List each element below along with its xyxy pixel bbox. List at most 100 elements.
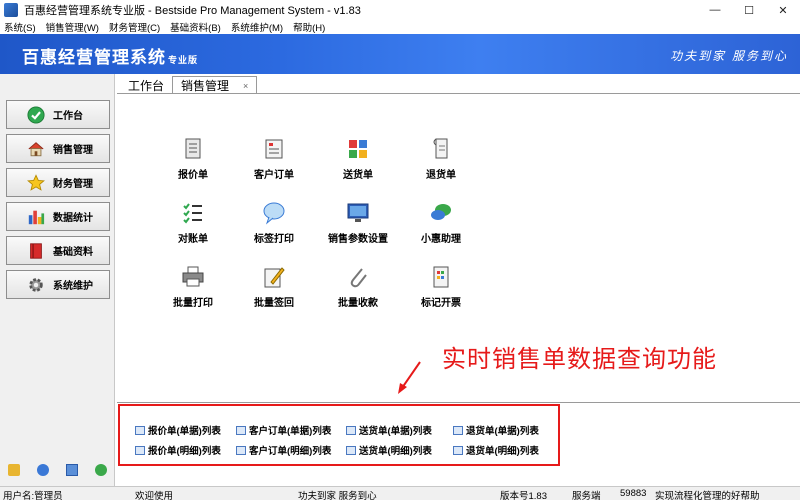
list-icon	[346, 445, 356, 455]
info-icon[interactable]	[37, 464, 50, 476]
bar-chart-icon	[27, 208, 45, 226]
edit-icon[interactable]	[8, 464, 21, 476]
paperclip-icon	[345, 264, 371, 290]
order-icon	[261, 136, 287, 162]
tab-bar: 工作台 销售管理 ×	[120, 76, 258, 94]
check-icon	[27, 105, 45, 124]
sidebar-item-label: 财务管理	[53, 179, 93, 190]
menu-basic-data[interactable]: 基础资料(B)	[170, 20, 221, 34]
func-label: 批量收款	[338, 298, 378, 309]
sidebar-bottom-toolbar	[0, 464, 115, 476]
sidebar: 工作台 销售管理 财务管理 数据统计 基础资料 系统维护	[0, 74, 115, 486]
func-delivery[interactable]: 送货单	[318, 136, 398, 181]
link-quote-detail-list[interactable]: 报价单(明细)列表	[135, 443, 221, 457]
link-label: 客户订单(单据)列表	[249, 426, 332, 437]
document-icon	[180, 136, 206, 162]
func-quote[interactable]: 报价单	[153, 136, 233, 181]
list-icon	[135, 425, 145, 435]
func-assistant[interactable]: 小惠助理	[401, 200, 481, 245]
func-label: 客户订单	[254, 170, 294, 181]
add-icon[interactable]	[94, 464, 107, 476]
tab-sales[interactable]: 销售管理 ×	[172, 76, 258, 94]
maximize-button[interactable]: ☐	[732, 0, 766, 20]
menu-finance[interactable]: 财务管理(C)	[109, 20, 160, 34]
sidebar-item-label: 销售管理	[53, 145, 93, 156]
func-batch-collect[interactable]: 批量收款	[318, 264, 398, 309]
close-button[interactable]: ✕	[766, 0, 800, 20]
banner-slogan: 功夫到家 服务到心	[670, 49, 788, 63]
sidebar-item-statistics[interactable]: 数据统计	[6, 202, 110, 231]
func-label-print[interactable]: 标签打印	[234, 200, 314, 245]
tab-workbench[interactable]: 工作台	[120, 76, 172, 94]
func-statement[interactable]: 对账单	[153, 200, 233, 245]
func-label: 送货单	[343, 170, 373, 181]
content-divider	[117, 402, 800, 403]
link-delivery-list[interactable]: 送货单(单据)列表	[346, 423, 432, 437]
app-logo: 百惠经营管理系统 专业版	[22, 48, 199, 68]
sidebar-item-finance[interactable]: 财务管理	[6, 168, 110, 197]
func-batch-print[interactable]: 批量打印	[153, 264, 233, 309]
list-icon	[135, 445, 145, 455]
sidebar-item-sales[interactable]: 销售管理	[6, 134, 110, 163]
tab-label: 销售管理	[181, 79, 230, 93]
book-icon	[27, 242, 45, 260]
list-icon	[453, 445, 463, 455]
func-label: 标记开票	[421, 298, 461, 309]
sidebar-item-label: 工作台	[53, 111, 83, 122]
printer-icon	[180, 264, 206, 290]
func-label: 对账单	[178, 234, 208, 245]
status-user: 用户名:管理员	[3, 491, 63, 500]
func-label: 退货单	[426, 170, 456, 181]
sidebar-item-workbench[interactable]: 工作台	[6, 100, 110, 129]
link-return-list[interactable]: 退货单(单据)列表	[453, 423, 539, 437]
monitor-icon	[345, 200, 371, 226]
link-order-detail-list[interactable]: 客户订单(明细)列表	[236, 443, 331, 457]
sidebar-item-label: 数据统计	[53, 213, 93, 224]
link-delivery-detail-list[interactable]: 送货单(明细)列表	[346, 443, 432, 457]
link-label: 退货单(单据)列表	[466, 426, 539, 437]
func-sales-settings[interactable]: 销售参数设置	[313, 200, 403, 245]
house-icon	[27, 140, 45, 158]
annotation-arrow-icon	[398, 361, 421, 394]
menu-help[interactable]: 帮助(H)	[293, 20, 325, 34]
window-controls: — ☐ ✕	[698, 0, 800, 20]
sidebar-item-maintenance[interactable]: 系统维护	[6, 270, 110, 299]
status-version: 版本号1.83	[500, 491, 547, 500]
window-icon[interactable]	[65, 464, 78, 476]
sidebar-item-basic-data[interactable]: 基础资料	[6, 236, 110, 265]
menu-sales[interactable]: 销售管理(W)	[46, 20, 99, 34]
link-return-detail-list[interactable]: 退货单(明细)列表	[453, 443, 539, 457]
link-label: 送货单(明细)列表	[359, 446, 432, 457]
func-batch-sign[interactable]: 批量签回	[234, 264, 314, 309]
link-label: 退货单(明细)列表	[466, 446, 539, 457]
logo-suffix: 专业版	[168, 56, 199, 66]
list-icon	[346, 425, 356, 435]
link-label: 客户订单(明细)列表	[249, 446, 332, 457]
link-order-list[interactable]: 客户订单(单据)列表	[236, 423, 331, 437]
func-mark-invoice[interactable]: 标记开票	[401, 264, 481, 309]
status-service-value: 59883	[620, 488, 647, 499]
link-label: 送货单(单据)列表	[359, 426, 432, 437]
status-bar: 用户名:管理员 欢迎使用 功夫到家 服务到心 版本号1.83 服务端 59883…	[0, 486, 800, 500]
assistant-icon	[428, 200, 454, 226]
func-return[interactable]: 退货单	[401, 136, 481, 181]
app-icon	[4, 3, 18, 17]
func-label: 报价单	[178, 170, 208, 181]
link-quote-list[interactable]: 报价单(单据)列表	[135, 423, 221, 437]
checklist-icon	[180, 200, 206, 226]
link-label: 报价单(单据)列表	[148, 426, 221, 437]
func-customer-order[interactable]: 客户订单	[234, 136, 314, 181]
status-tagline: 实现流程化管理的好帮助	[655, 491, 760, 500]
tab-close-icon[interactable]: ×	[243, 81, 248, 91]
menu-maintenance[interactable]: 系统维护(M)	[231, 20, 283, 34]
func-label: 标签打印	[254, 234, 294, 245]
minimize-button[interactable]: —	[698, 0, 732, 20]
list-icon	[236, 425, 246, 435]
annotation-text: 实时销售单数据查询功能	[442, 345, 717, 373]
delivery-icon	[345, 136, 371, 162]
status-welcome: 欢迎使用	[135, 491, 174, 500]
menu-system[interactable]: 系统(S)	[4, 20, 36, 34]
invoice-icon	[428, 264, 454, 290]
sign-icon	[261, 264, 287, 290]
return-icon	[428, 136, 454, 162]
